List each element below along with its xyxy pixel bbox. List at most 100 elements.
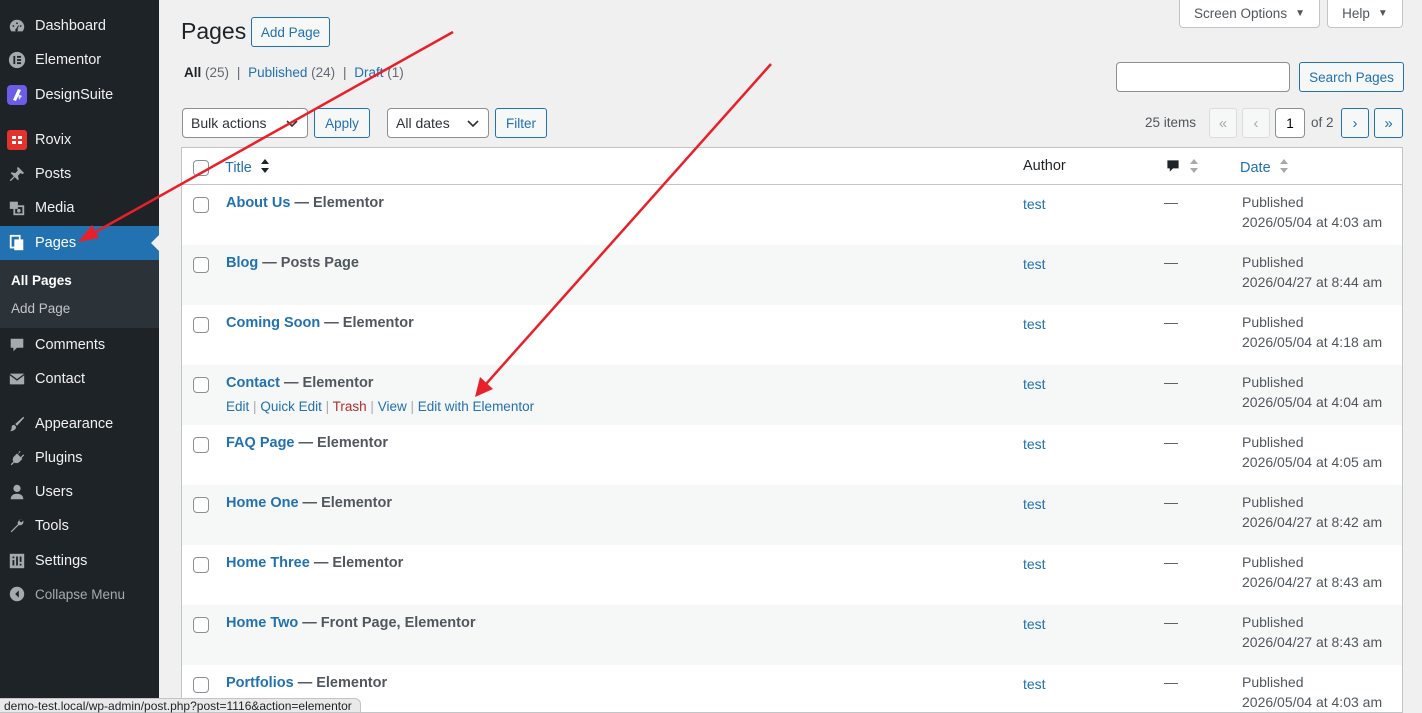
page-title-link[interactable]: Blog bbox=[226, 255, 258, 271]
sidebar-item-posts[interactable]: Posts bbox=[0, 157, 159, 191]
author-link[interactable]: test bbox=[1023, 376, 1046, 392]
comment-icon bbox=[7, 335, 27, 355]
sidebar-item-elementor[interactable]: Elementor bbox=[0, 43, 159, 77]
sidebar-item-designsuite[interactable]: DesignSuite bbox=[0, 78, 159, 112]
sidebar-item-label: Elementor bbox=[35, 52, 102, 68]
sidebar-item-dashboard[interactable]: Dashboard bbox=[0, 9, 159, 43]
sidebar-item-media[interactable]: Media bbox=[0, 191, 159, 225]
media-icon bbox=[7, 198, 27, 218]
filter-button[interactable]: Filter bbox=[495, 108, 547, 138]
last-page-button[interactable]: » bbox=[1374, 108, 1403, 138]
row-checkbox[interactable] bbox=[193, 497, 209, 513]
page-title-link[interactable]: Home One bbox=[226, 495, 299, 511]
designsuite-icon bbox=[7, 85, 27, 105]
author-link[interactable]: test bbox=[1023, 616, 1046, 632]
filter-published[interactable]: Published bbox=[248, 65, 307, 80]
first-page-button[interactable]: « bbox=[1209, 108, 1237, 138]
date-value: 2026/05/04 at 4:18 am bbox=[1242, 334, 1383, 350]
submenu-add-page[interactable]: Add Page bbox=[11, 301, 70, 316]
author-link[interactable]: test bbox=[1023, 556, 1046, 572]
date-status: Published bbox=[1242, 194, 1304, 210]
page-title-link[interactable]: Coming Soon bbox=[226, 315, 320, 331]
table-row: Home Two — Front Page, Elementor test — … bbox=[182, 605, 1402, 665]
author-link[interactable]: test bbox=[1023, 256, 1046, 272]
date-status: Published bbox=[1242, 674, 1304, 690]
column-title-header[interactable]: Title bbox=[225, 158, 270, 176]
author-link[interactable]: test bbox=[1023, 436, 1046, 452]
page-title-link[interactable]: About Us bbox=[226, 195, 290, 211]
browser-status-bar: demo-test.local/wp-admin/post.php?post=1… bbox=[0, 698, 361, 713]
chevron-down-icon bbox=[286, 120, 298, 128]
edit-link[interactable]: Edit bbox=[226, 399, 249, 414]
title-cell: FAQ Page — Elementor bbox=[226, 435, 388, 451]
date-filter-select[interactable]: All dates bbox=[387, 108, 489, 138]
sidebar-item-users[interactable]: Users bbox=[0, 475, 159, 509]
comments-count: — bbox=[1164, 494, 1178, 510]
sidebar-item-settings[interactable]: Settings bbox=[0, 544, 159, 578]
author-link[interactable]: test bbox=[1023, 676, 1046, 692]
quick-edit-link[interactable]: Quick Edit bbox=[260, 399, 322, 414]
trash-link[interactable]: Trash bbox=[333, 399, 367, 414]
date-status: Published bbox=[1242, 554, 1304, 570]
sidebar-item-label: Posts bbox=[35, 166, 72, 182]
submenu-all-pages[interactable]: All Pages bbox=[11, 273, 72, 288]
column-date-header[interactable]: Date bbox=[1240, 158, 1289, 176]
prev-page-button[interactable]: ‹ bbox=[1242, 108, 1270, 138]
row-checkbox[interactable] bbox=[193, 557, 209, 573]
author-link[interactable]: test bbox=[1023, 196, 1046, 212]
help-button[interactable]: Help ▼ bbox=[1327, 0, 1403, 28]
sidebar-item-comments[interactable]: Comments bbox=[0, 328, 159, 362]
select-all-checkbox[interactable] bbox=[193, 160, 209, 176]
row-checkbox[interactable] bbox=[193, 317, 209, 333]
brush-icon bbox=[7, 414, 27, 434]
row-checkbox[interactable] bbox=[193, 377, 209, 393]
page-title-link[interactable]: Portfolios bbox=[226, 675, 294, 691]
date-value: 2026/05/04 at 4:04 am bbox=[1242, 394, 1383, 410]
sidebar-item-contact[interactable]: Contact bbox=[0, 362, 159, 396]
action-separator: | bbox=[410, 399, 415, 414]
apply-button[interactable]: Apply bbox=[314, 108, 370, 138]
author-link[interactable]: test bbox=[1023, 316, 1046, 332]
date-status: Published bbox=[1242, 434, 1304, 450]
filter-draft[interactable]: Draft bbox=[354, 65, 383, 80]
row-checkbox[interactable] bbox=[193, 197, 209, 213]
view-link[interactable]: View bbox=[378, 399, 407, 414]
sidebar-item-tools[interactable]: Tools bbox=[0, 509, 159, 543]
sidebar-item-pages[interactable]: Pages bbox=[0, 226, 159, 260]
collapse-menu-button[interactable]: Collapse Menu bbox=[0, 577, 159, 611]
current-page-input[interactable] bbox=[1275, 108, 1305, 138]
next-page-button[interactable]: › bbox=[1341, 108, 1369, 138]
add-page-button[interactable]: Add Page bbox=[251, 17, 330, 47]
row-checkbox[interactable] bbox=[193, 677, 209, 693]
bulk-actions-select[interactable]: Bulk actions bbox=[182, 108, 308, 138]
author-link[interactable]: test bbox=[1023, 496, 1046, 512]
comments-count: — bbox=[1164, 254, 1178, 270]
page-state: — Front Page, Elementor bbox=[298, 615, 476, 631]
column-comments-header[interactable] bbox=[1165, 158, 1199, 177]
filter-published-count: (24) bbox=[311, 65, 336, 80]
row-checkbox[interactable] bbox=[193, 617, 209, 633]
row-checkbox[interactable] bbox=[193, 257, 209, 273]
date-value: 2026/04/27 at 8:43 am bbox=[1242, 634, 1383, 650]
sidebar-item-label: Rovix bbox=[35, 132, 72, 148]
edit-with-elementor-link[interactable]: Edit with Elementor bbox=[418, 399, 534, 414]
plug-icon bbox=[7, 448, 27, 468]
filter-all[interactable]: All bbox=[184, 65, 201, 80]
search-pages-button[interactable]: Search Pages bbox=[1299, 62, 1404, 92]
screen-options-button[interactable]: Screen Options ▼ bbox=[1179, 0, 1320, 28]
title-cell: Coming Soon — Elementor bbox=[226, 315, 414, 331]
sort-arrows-icon bbox=[260, 159, 269, 173]
sidebar-item-plugins[interactable]: Plugins bbox=[0, 441, 159, 475]
page-title-link[interactable]: FAQ Page bbox=[226, 435, 295, 451]
title-cell: Home One — Elementor bbox=[226, 495, 392, 511]
sidebar-item-appearance[interactable]: Appearance bbox=[0, 407, 159, 441]
sidebar-item-label: Users bbox=[35, 484, 73, 500]
page-title-link[interactable]: Home Three bbox=[226, 555, 310, 571]
sidebar-item-rovix[interactable]: Rovix bbox=[0, 123, 159, 157]
row-actions: Edit | Quick Edit | Trash | View | Edit … bbox=[226, 399, 534, 414]
search-input[interactable] bbox=[1116, 62, 1290, 92]
date-value: 2026/05/04 at 4:03 am bbox=[1242, 694, 1383, 710]
page-title-link[interactable]: Home Two bbox=[226, 615, 298, 631]
page-title-link[interactable]: Contact bbox=[226, 375, 280, 391]
row-checkbox[interactable] bbox=[193, 437, 209, 453]
